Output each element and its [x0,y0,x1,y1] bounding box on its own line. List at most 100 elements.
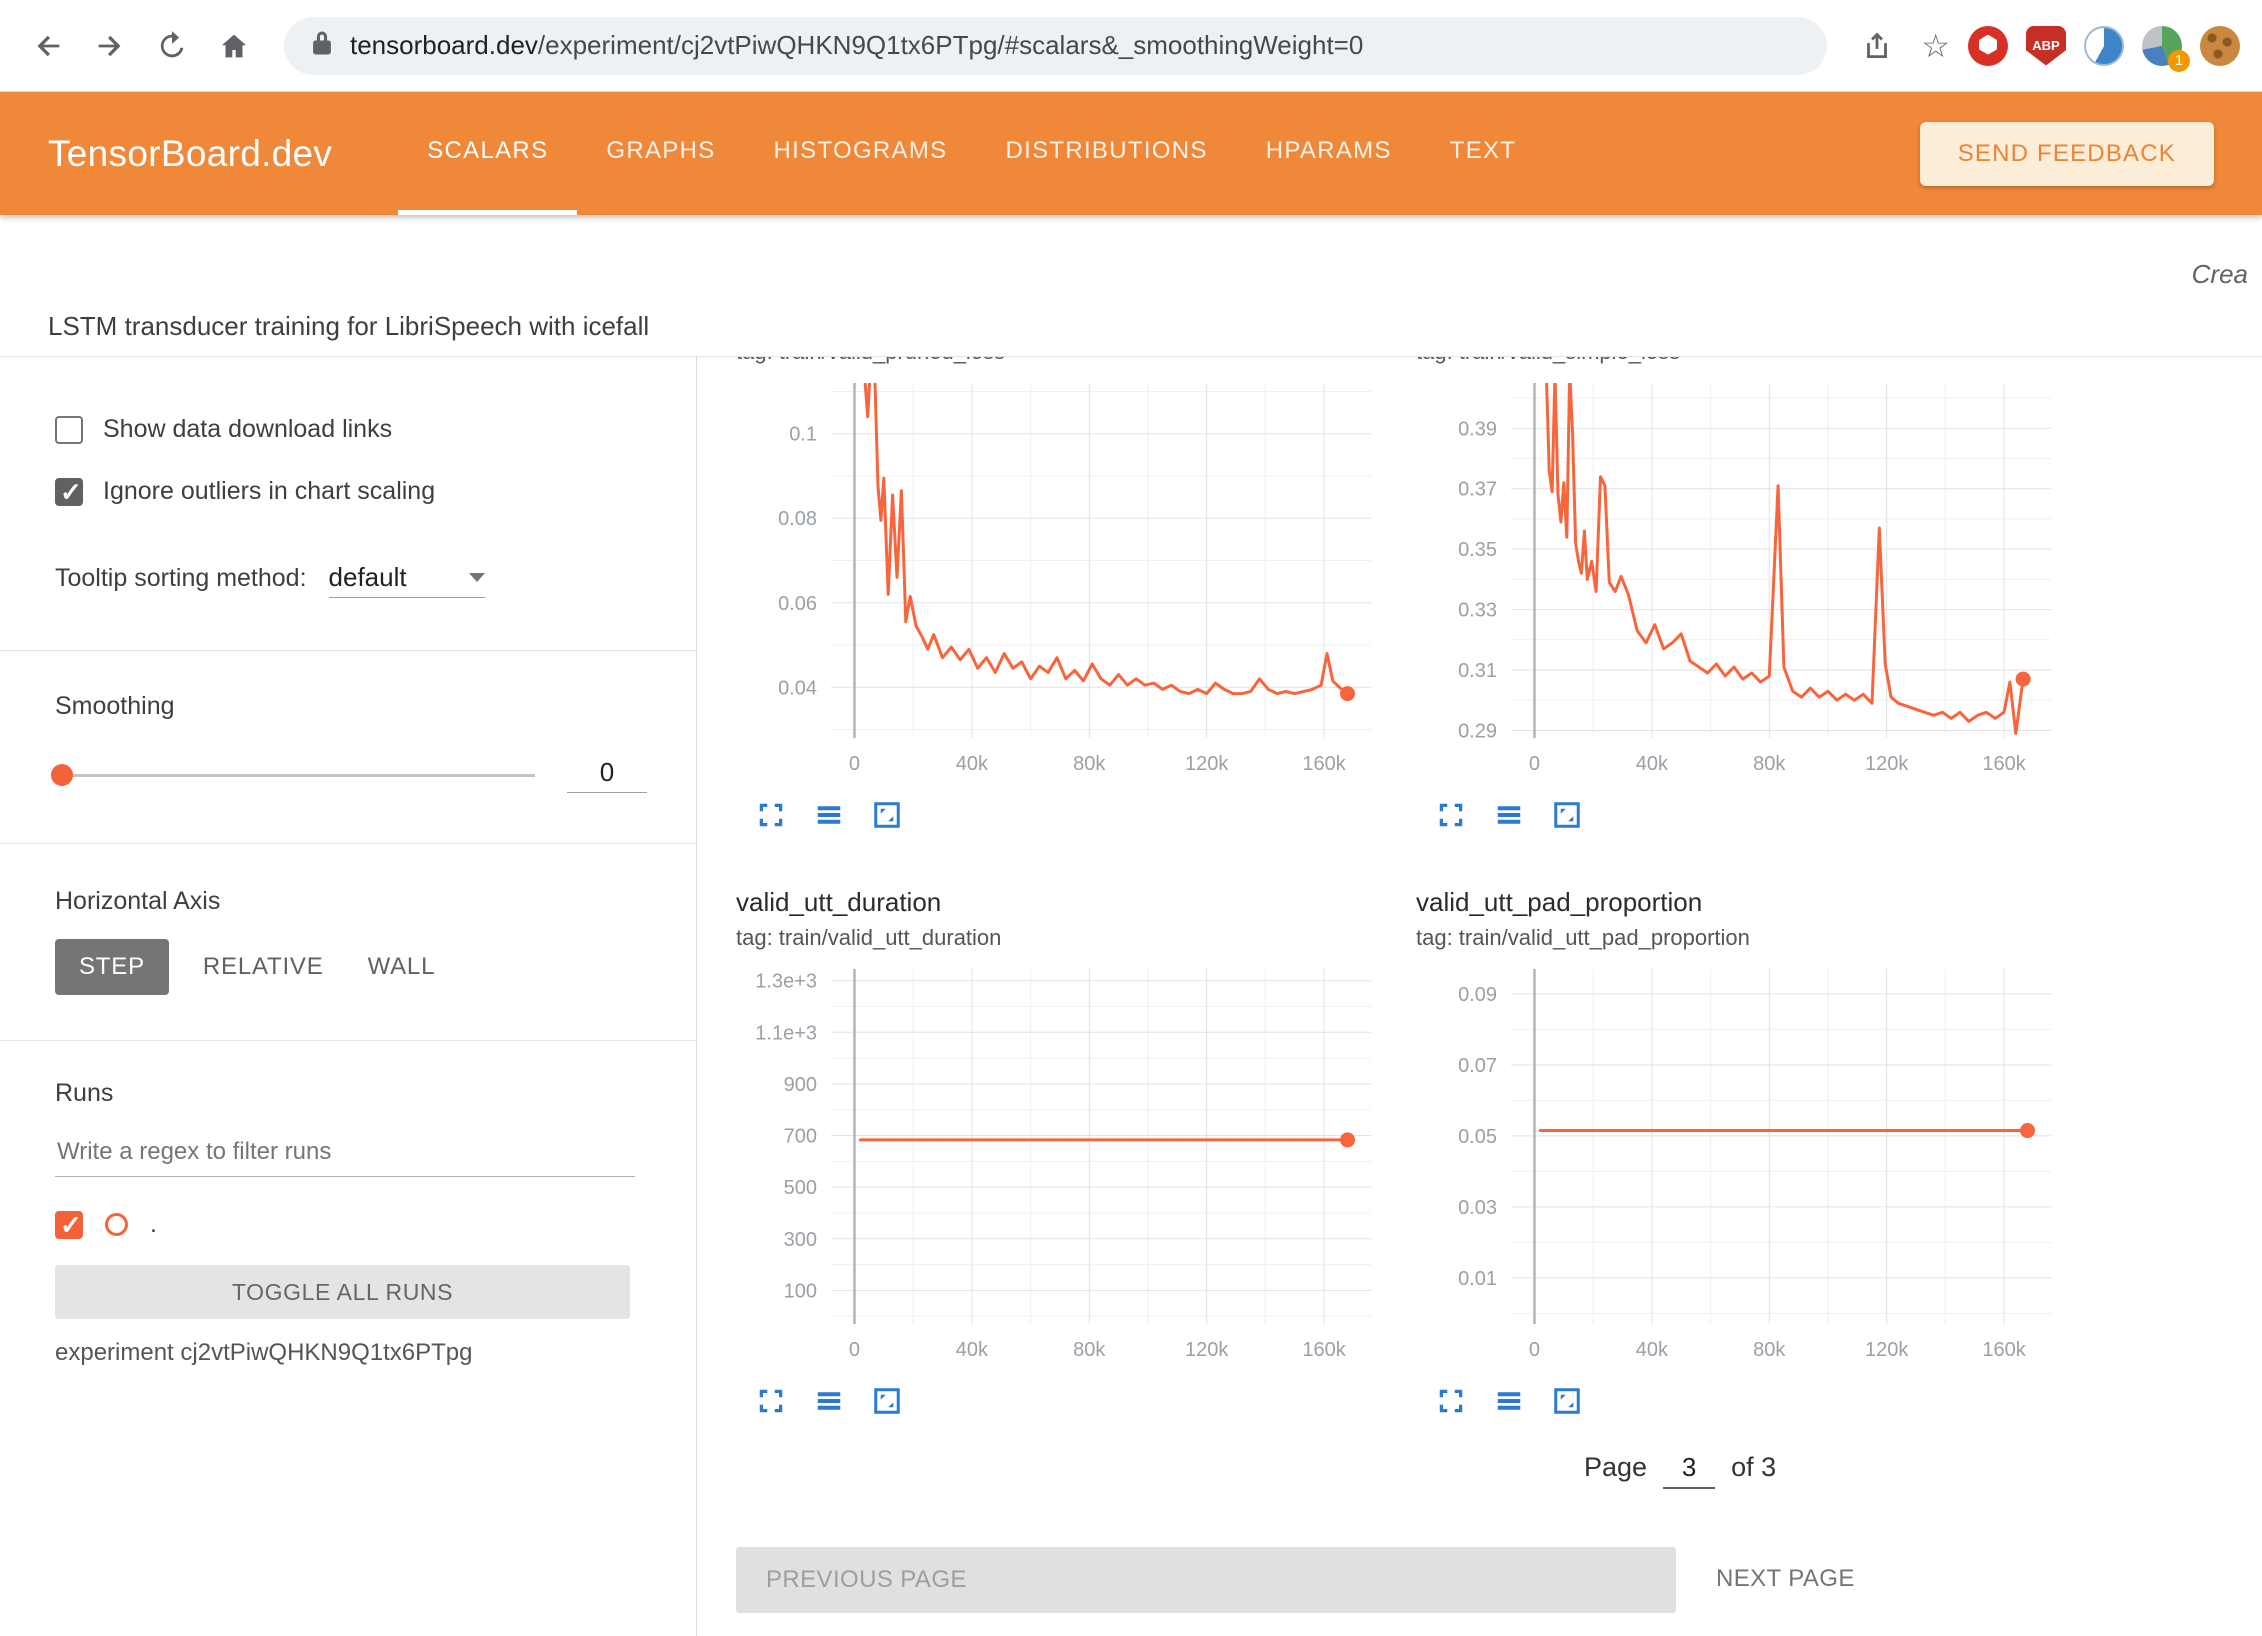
run-color-swatch [105,1213,128,1236]
brand-logo[interactable]: TensorBoard.dev [48,133,332,175]
tab-histograms[interactable]: HISTOGRAMS [745,92,977,215]
fullscreen-icon[interactable] [756,1385,788,1417]
svg-text:500: 500 [784,1177,817,1199]
abp-extension-icon[interactable]: ABP [2026,26,2066,66]
pie-extension-icon[interactable] [2084,26,2124,66]
svg-text:40k: 40k [1636,753,1669,775]
tab-text[interactable]: TEXT [1421,92,1546,215]
runs-label: Runs [55,1079,113,1108]
tab-scalars[interactable]: SCALARS [398,92,577,215]
tab-graphs[interactable]: GRAPHS [577,92,744,215]
url-text[interactable]: tensorboard.dev/experiment/cj2vtPiwQHKN9… [350,30,1363,61]
chart-toolbar [1436,1385,2076,1417]
settings-sidebar: Show data download links Ignore outliers… [0,357,697,1636]
fullscreen-icon[interactable] [1436,1385,1468,1417]
svg-text:0: 0 [1529,753,1540,775]
fullscreen-icon[interactable] [756,799,788,831]
horizontal-axis-buttons: STEP RELATIVE WALL [55,939,479,995]
profile-extension-icon[interactable]: 1 [2142,26,2182,66]
chart-tag: tag: train/valid_utt_duration [736,925,1396,953]
url-path: /experiment/cj2vtPiwQHKN9Q1tx6PTpg/#scal… [538,30,1363,60]
svg-text:120k: 120k [1865,1339,1909,1361]
smoothing-value-input[interactable] [567,757,647,793]
home-icon[interactable] [208,20,260,72]
tooltip-sorting-dropdown[interactable]: default [329,562,485,598]
lock-icon [310,29,334,62]
share-icon[interactable] [1851,20,1903,72]
ignore-outliers-row[interactable]: Ignore outliers in chart scaling [55,477,435,506]
next-page-button[interactable]: NEXT PAGE [1716,1565,1855,1593]
run-checkbox[interactable] [55,1211,83,1239]
scalars-dashboard: tag: train/valid_pruned_loss 040k80k120k… [698,357,2262,1636]
back-icon[interactable] [22,20,74,72]
page-number-input[interactable] [1663,1452,1715,1489]
view-data-icon[interactable] [814,799,846,831]
app-header: TensorBoard.dev SCALARS GRAPHS HISTOGRAM… [0,92,2262,215]
svg-text:80k: 80k [1073,1339,1106,1361]
show-download-links-checkbox[interactable] [55,416,83,444]
slider-track[interactable] [55,774,535,777]
view-data-icon[interactable] [814,1385,846,1417]
axis-wall-button[interactable]: WALL [368,939,436,995]
axis-relative-button[interactable]: RELATIVE [203,939,324,995]
chart-tag: tag: train/valid_simple_loss [1416,357,2076,367]
svg-text:120k: 120k [1185,1339,1229,1361]
line-chart: 040k80k120k160k0.010.030.050.070.09 [1416,961,2076,1371]
axis-step-button[interactable]: STEP [55,939,169,995]
svg-text:160k: 160k [1302,753,1346,775]
ignore-outliers-checkbox[interactable] [55,478,83,506]
fit-domain-icon[interactable] [872,799,904,831]
show-download-links-row[interactable]: Show data download links [55,415,392,444]
browser-chrome: tensorboard.dev/experiment/cj2vtPiwQHKN9… [0,0,2262,92]
slider-handle[interactable] [51,764,73,786]
sub-toolbar: Crea LSTM transducer training for LibriS… [0,215,2262,357]
send-feedback-button[interactable]: SEND FEEDBACK [1920,122,2214,186]
smoothing-label: Smoothing [55,692,175,721]
tab-distributions[interactable]: DISTRIBUTIONS [976,92,1236,215]
show-download-links-label: Show data download links [103,415,392,444]
fullscreen-icon[interactable] [1436,799,1468,831]
svg-text:80k: 80k [1753,1339,1786,1361]
run-list-item[interactable]: . [55,1210,157,1239]
svg-text:100: 100 [784,1280,817,1302]
smoothing-slider[interactable] [55,755,535,795]
svg-text:0.35: 0.35 [1458,539,1497,561]
svg-text:120k: 120k [1865,753,1909,775]
chart-tag: tag: train/valid_utt_pad_proportion [1416,925,2076,953]
svg-text:0.09: 0.09 [1458,984,1497,1006]
svg-text:40k: 40k [956,753,989,775]
svg-text:0.03: 0.03 [1458,1197,1497,1219]
view-data-icon[interactable] [1494,1385,1526,1417]
cookie-extension-icon[interactable] [2200,26,2240,66]
line-chart: 040k80k120k160k0.290.310.330.350.370.39 [1416,375,2076,785]
previous-page-button[interactable]: PREVIOUS PAGE [736,1547,1676,1613]
svg-text:0.08: 0.08 [778,508,817,530]
toggle-all-runs-button[interactable]: TOGGLE ALL RUNS [55,1265,630,1319]
svg-text:1.3e+3: 1.3e+3 [755,971,817,993]
svg-text:0.29: 0.29 [1458,720,1497,742]
forward-icon[interactable] [84,20,136,72]
view-data-icon[interactable] [1494,799,1526,831]
svg-text:40k: 40k [956,1339,989,1361]
svg-text:0.1: 0.1 [789,424,817,446]
fit-domain-icon[interactable] [872,1385,904,1417]
horizontal-axis-label: Horizontal Axis [55,887,220,916]
svg-text:80k: 80k [1073,753,1106,775]
ignore-outliers-label: Ignore outliers in chart scaling [103,477,435,506]
address-bar[interactable]: tensorboard.dev/experiment/cj2vtPiwQHKN9… [284,17,1827,75]
notification-badge: 1 [2168,50,2190,72]
bookmark-star-icon[interactable]: ☆ [1921,27,1950,65]
tooltip-sorting-row: Tooltip sorting method: default [55,562,485,598]
page-of-label: of 3 [1731,1452,1776,1483]
fit-domain-icon[interactable] [1552,799,1584,831]
tab-hparams[interactable]: HPARAMS [1237,92,1421,215]
sidebar-divider [0,1040,697,1041]
page-label: Page [1584,1452,1647,1483]
reload-icon[interactable] [146,20,198,72]
adblock-extension-icon[interactable] [1968,26,2008,66]
svg-text:120k: 120k [1185,753,1229,775]
svg-text:0.01: 0.01 [1458,1268,1497,1290]
runs-filter-input[interactable] [55,1132,635,1177]
pagination: Page of 3 [1584,1452,1776,1489]
fit-domain-icon[interactable] [1552,1385,1584,1417]
